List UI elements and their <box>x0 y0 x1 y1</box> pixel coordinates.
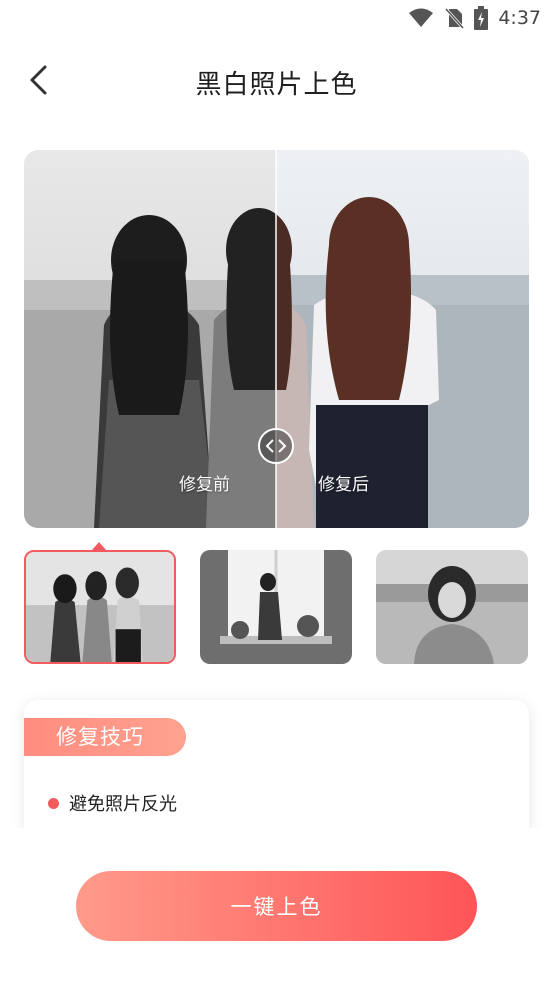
sample-thumbnail-3[interactable] <box>376 550 528 664</box>
girl-window-photo <box>200 550 352 664</box>
tip-text: 避免照片反光 <box>69 794 177 815</box>
girl-portrait-photo <box>376 550 528 664</box>
compare-slider-handle[interactable] <box>258 428 294 464</box>
compare-arrows-icon <box>265 439 287 453</box>
tip-item: 避免照片反光 <box>48 790 177 816</box>
battery-charging-icon <box>474 6 489 30</box>
tips-card: 修复技巧 避免照片反光 <box>24 700 529 840</box>
status-icons: 4:37 <box>408 6 541 30</box>
before-after-preview[interactable]: 修复前 修复后 <box>24 150 529 528</box>
status-bar: 4:37 <box>0 0 553 40</box>
page-title: 黑白照片上色 <box>195 70 358 100</box>
status-time: 4:37 <box>498 7 541 29</box>
preview-image <box>24 150 529 528</box>
no-sim-icon <box>444 7 465 29</box>
three-women-beach-photo <box>26 552 174 662</box>
label-after: 修复后 <box>318 475 369 495</box>
tips-title: 修复技巧 <box>24 718 186 756</box>
colorize-button[interactable]: 一键上色 <box>76 871 477 941</box>
selected-pointer <box>92 542 106 550</box>
bullet-dot-icon <box>48 797 59 809</box>
sample-thumbnail-1[interactable] <box>24 550 176 664</box>
label-before: 修复前 <box>179 475 230 495</box>
header: 黑白照片上色 <box>0 50 553 112</box>
sample-thumbnail-2[interactable] <box>200 550 352 664</box>
wifi-icon <box>408 8 434 28</box>
